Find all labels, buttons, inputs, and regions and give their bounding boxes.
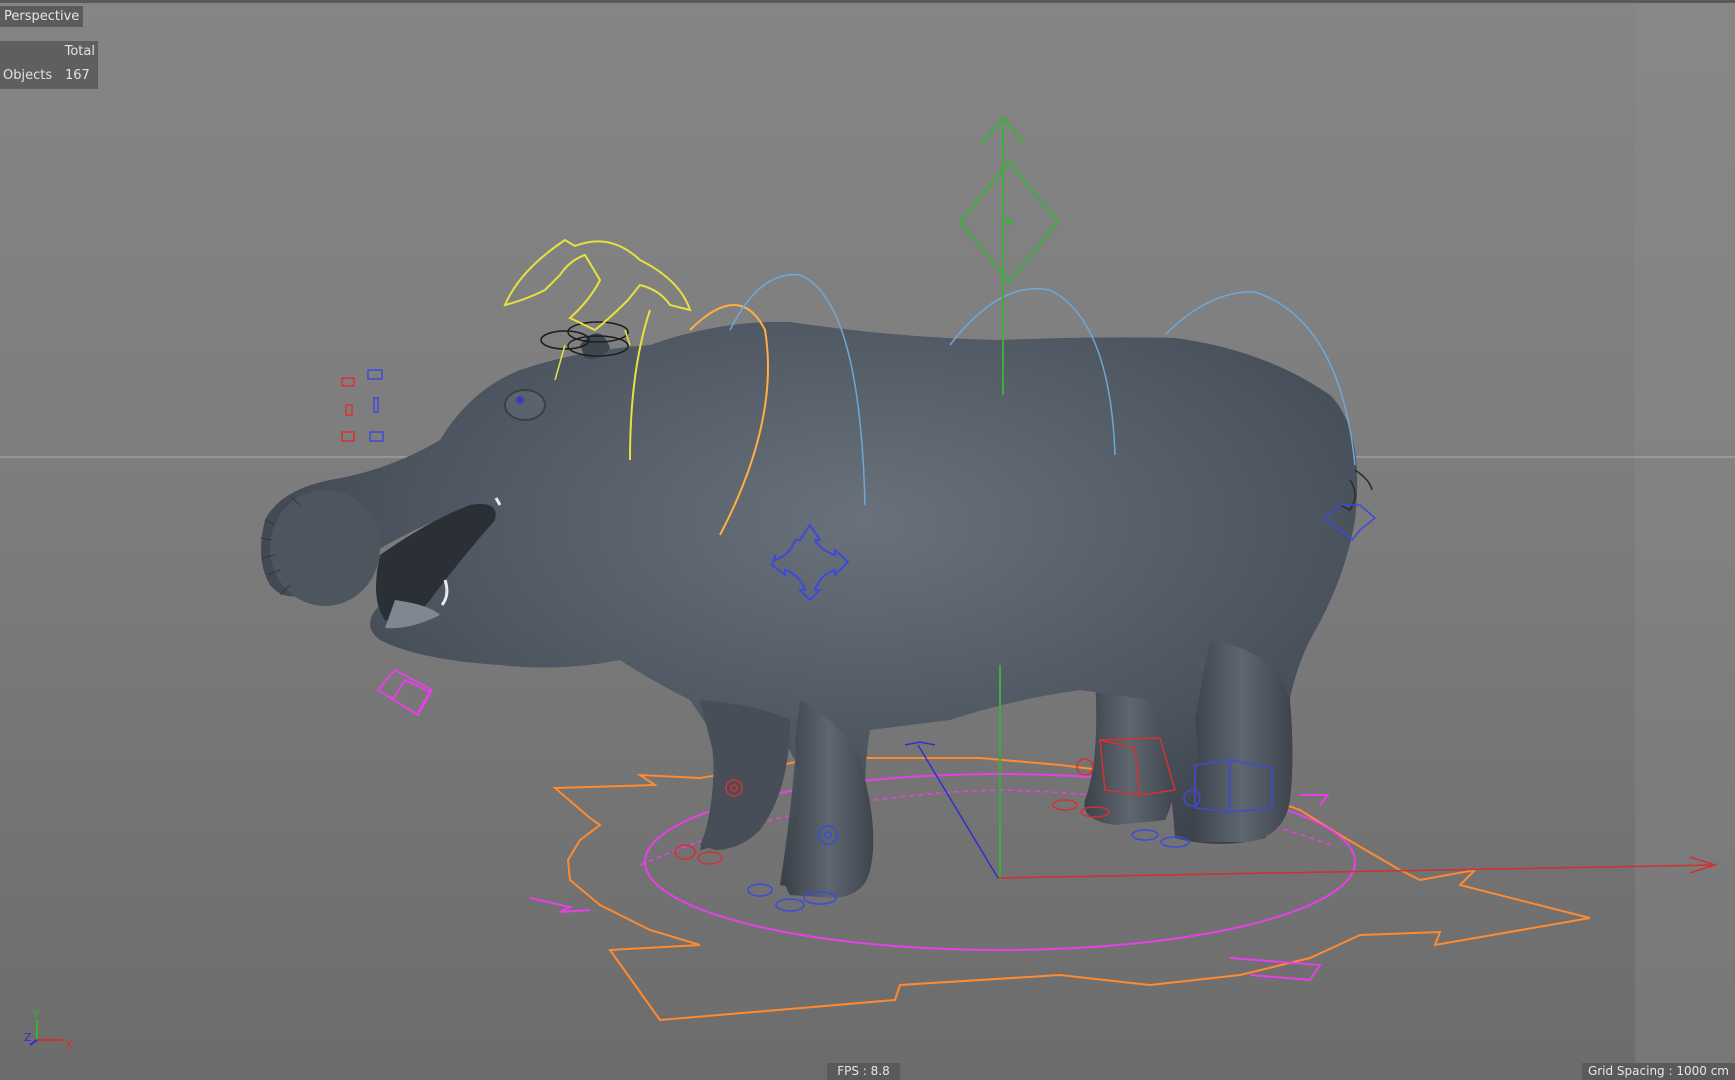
viewport-side-panel [1635,0,1735,1080]
3d-viewport[interactable]: Y X Z Perspective Total Objects 167 FPS … [0,0,1735,1080]
hud-objects-label: Objects [3,68,53,83]
gizmo-z-label: Z [24,1031,32,1044]
ik-root-control[interactable] [552,757,1591,1022]
hippo-mesh[interactable] [259,321,1358,898]
viewport-top-border [0,0,1735,3]
grid-spacing-readout: Grid Spacing : 1000 cm [1581,1063,1735,1080]
face-controls[interactable] [341,369,384,442]
hud-info-panel: Total Objects 167 [0,41,98,89]
camera-view-label[interactable]: Perspective [0,6,84,27]
jaw-control[interactable] [376,668,434,717]
world-x-axis [997,864,1716,879]
hud-objects-count: 167 [65,68,90,83]
axis-orientation-gizmo: Y X Z [24,1008,73,1051]
gizmo-x-label: X [65,1038,73,1051]
fps-readout: FPS : 8.8 [827,1063,900,1080]
world-z-axis [917,744,999,879]
hud-total-header: Total [64,44,95,59]
scene-canvas[interactable]: Y X Z [0,0,1735,1080]
gizmo-y-label: Y [32,1008,40,1021]
